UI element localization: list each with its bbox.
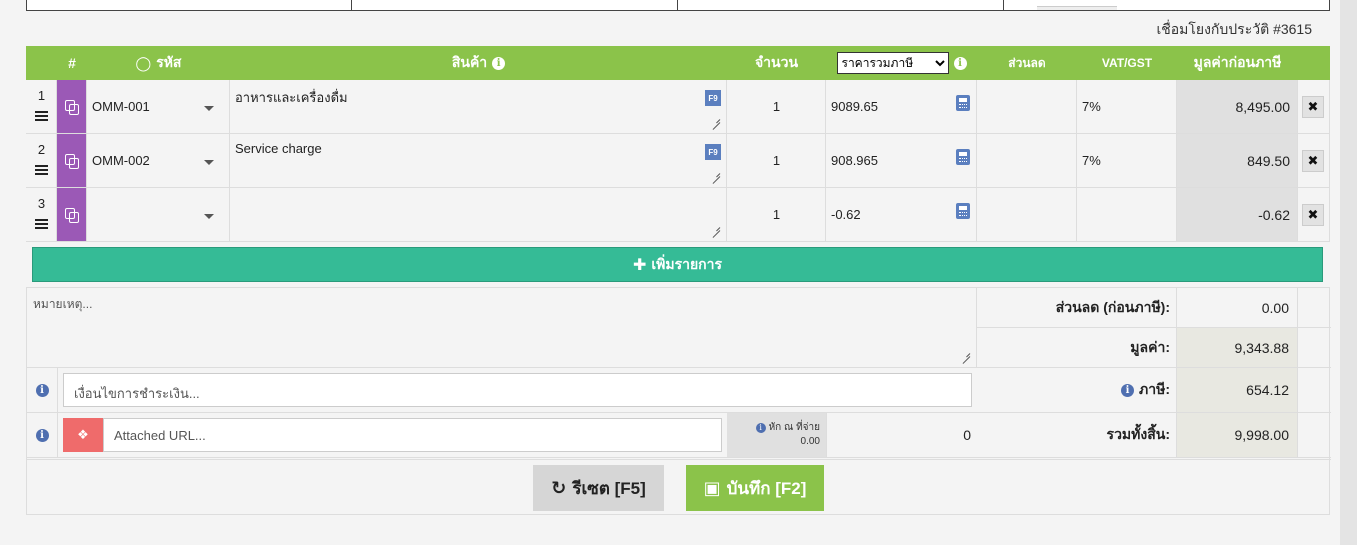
info-icon[interactable]: i [35, 428, 49, 442]
discount-input[interactable] [977, 188, 1077, 242]
withholding-tax-label: i หัก ณ ที่จ่าย 0.00 [727, 413, 827, 457]
col-discount: ส่วนลด [1008, 55, 1046, 70]
row-number: 2 [37, 142, 46, 157]
save-button[interactable]: ▣ บันทึก [F2] [686, 465, 824, 511]
qty-input[interactable]: 1 [727, 134, 826, 188]
price-input[interactable]: 9089.65 [826, 80, 977, 134]
chevron-down-icon [204, 214, 214, 219]
code-select[interactable]: OMM-002 [87, 134, 230, 188]
footer-section: หมายเหตุ... i เงื่อนไขการชำระเงิน... i ❖… [26, 287, 1331, 516]
chevron-down-icon [204, 106, 214, 111]
col-vat: VAT/GST [1101, 56, 1153, 70]
delete-row-button[interactable]: ✖ [1302, 150, 1324, 172]
copy-row-button[interactable] [57, 80, 87, 134]
bulb-icon: ◯ [135, 54, 152, 71]
resize-handle-icon[interactable] [712, 223, 721, 238]
amount-value: 849.50 [1177, 134, 1298, 188]
qty-input[interactable]: 1 [727, 188, 826, 242]
table-row: 2 OMM-002 Service charge F9 1 908.965 7% … [26, 134, 1330, 188]
attachment-row: i ❖ Attached URL... i หัก ณ ที่จ่าย 0.00 … [27, 413, 977, 458]
info-icon[interactable]: i [492, 56, 506, 70]
drag-handle-icon[interactable] [35, 219, 48, 229]
amount-value: -0.62 [1177, 188, 1298, 242]
discount-input[interactable] [977, 134, 1077, 188]
table-row: 1 OMM-001 อาหารและเครื่องดื่ม F9 1 9089.6… [26, 80, 1330, 134]
discount-input[interactable] [977, 80, 1077, 134]
resize-handle-icon[interactable] [712, 115, 721, 130]
note-textarea[interactable]: หมายเหตุ... [27, 288, 977, 368]
chevron-down-icon [204, 160, 214, 165]
row-number: 3 [37, 196, 46, 211]
copy-icon [65, 100, 79, 115]
col-amount: มูลค่าก่อนภาษี [1193, 54, 1282, 70]
attached-url-input[interactable]: Attached URL... [103, 418, 722, 452]
calculator-icon[interactable] [956, 203, 970, 219]
dropbox-icon: ❖ [77, 427, 89, 442]
col-code: ◯ รหัส [135, 54, 182, 71]
drag-handle-icon[interactable] [35, 165, 48, 175]
info-icon[interactable]: i [755, 422, 766, 433]
form-panel: เชื่อมโยงกับประวัติ #3615 # ◯ รหัส สินค้า… [0, 0, 1340, 545]
add-row-button[interactable]: ✚ เพิ่มรายการ [32, 247, 1323, 282]
amount-value: 8,495.00 [1177, 80, 1298, 134]
product-textarea[interactable]: อาหารและเครื่องดื่ม F9 [230, 80, 727, 134]
refresh-icon: ↻ [551, 477, 567, 498]
row-number: 1 [37, 88, 46, 103]
save-icon: ▣ [703, 477, 721, 498]
vat-select[interactable]: 7% [1077, 80, 1177, 134]
resize-handle-icon[interactable] [712, 169, 721, 184]
copy-row-button[interactable] [57, 134, 87, 188]
vat-select[interactable] [1077, 188, 1177, 242]
info-icon[interactable]: i [953, 56, 967, 70]
payment-terms-input[interactable]: เงื่อนไขการชำระเงิน... [63, 373, 972, 407]
product-textarea[interactable]: Service charge F9 [230, 134, 727, 188]
copy-row-button[interactable] [57, 188, 87, 242]
qty-input[interactable]: 1 [727, 80, 826, 134]
copy-icon [65, 208, 79, 223]
calculator-icon[interactable] [956, 95, 970, 111]
previous-table-bottom [26, 0, 1330, 11]
delete-row-button[interactable]: ✖ [1302, 204, 1324, 226]
summary-tax: i ภาษี: 654.12 [977, 368, 1331, 413]
code-select[interactable]: OMM-001 [87, 80, 230, 134]
calculator-icon[interactable] [956, 149, 970, 165]
col-hash: # [68, 55, 76, 71]
action-bar: ↻ รีเซต [F5] ▣ บันทึก [F2] [27, 459, 1331, 516]
delete-row-button[interactable]: ✖ [1302, 96, 1324, 118]
resize-handle-icon[interactable] [962, 349, 971, 364]
price-input[interactable]: 908.965 [826, 134, 977, 188]
summary-total: รวมทั้งสิ้น: 9,998.00 [977, 413, 1331, 458]
f9-button[interactable]: F9 [705, 144, 721, 160]
withholding-tax-input[interactable]: 0 [827, 413, 977, 457]
table-header: # ◯ รหัส สินค้า i จำนวน ราคารวมภาษี i ส่วน… [26, 46, 1330, 80]
dropbox-button[interactable]: ❖ [63, 418, 103, 452]
payment-terms-row: i เงื่อนไขการชำระเงิน... [27, 368, 977, 413]
reset-button[interactable]: ↻ รีเซต [F5] [533, 465, 664, 511]
price-mode-select[interactable]: ราคารวมภาษี [836, 52, 949, 74]
col-qty: จำนวน [754, 54, 799, 70]
code-select[interactable] [87, 188, 230, 242]
summary-value: มูลค่า: 9,343.88 [977, 328, 1331, 368]
table-row: 3 1 -0.62 -0.62 ✖ [26, 188, 1330, 242]
copy-icon [65, 154, 79, 169]
summary-discount: ส่วนลด (ก่อนภาษี): 0.00 [977, 288, 1331, 328]
col-product: สินค้า i [230, 46, 727, 80]
f9-button[interactable]: F9 [705, 90, 721, 106]
plus-icon: ✚ [632, 256, 647, 274]
price-input[interactable]: -0.62 [826, 188, 977, 242]
col-price: ราคารวมภาษี i [826, 46, 977, 80]
history-link[interactable]: เชื่อมโยงกับประวัติ #3615 [1156, 19, 1312, 41]
product-textarea[interactable] [230, 188, 727, 242]
info-icon[interactable]: i [35, 383, 49, 397]
info-icon[interactable]: i [1121, 383, 1135, 397]
drag-handle-icon[interactable] [35, 111, 48, 121]
vat-select[interactable]: 7% [1077, 134, 1177, 188]
